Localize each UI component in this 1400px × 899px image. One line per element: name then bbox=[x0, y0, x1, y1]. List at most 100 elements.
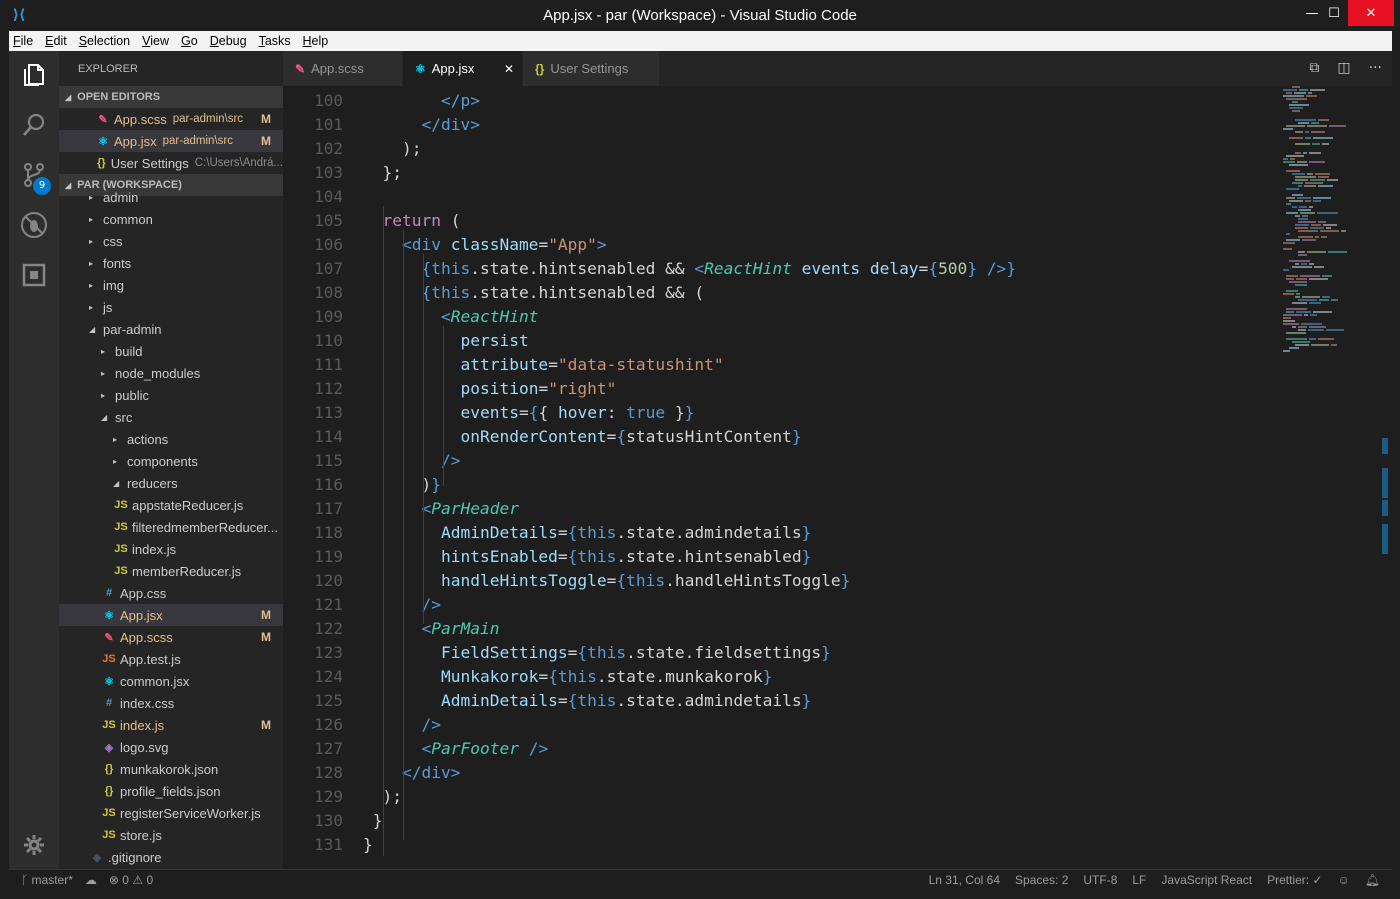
code-line[interactable]: ); bbox=[363, 137, 422, 161]
tree-item[interactable]: # index.css bbox=[59, 692, 283, 714]
code-line[interactable]: } bbox=[363, 833, 373, 857]
open-editor-item[interactable]: {} User Settings C:\Users\Andrá... bbox=[59, 152, 283, 174]
code-line[interactable]: AdminDetails={this.state.admindetails} bbox=[363, 521, 811, 545]
close-window-button[interactable]: ✕ bbox=[1348, 0, 1394, 26]
code-line[interactable]: </p> bbox=[363, 89, 480, 113]
code-line[interactable]: }; bbox=[363, 161, 402, 185]
tree-item[interactable]: ▸ css bbox=[59, 230, 283, 252]
code-line[interactable]: return ( bbox=[363, 209, 461, 233]
tree-item[interactable]: ◢ reducers bbox=[59, 472, 283, 494]
tree-item[interactable]: JS index.js M bbox=[59, 714, 283, 736]
prettier-status[interactable]: Prettier: ✓ bbox=[1267, 873, 1322, 887]
tree-item[interactable]: ◆ .gitignore bbox=[59, 846, 283, 868]
open-preview-icon[interactable]: ⧉ bbox=[1309, 60, 1319, 76]
code-editor[interactable]: 100 101 102 103 104 105 106 107 108 109 110 111 112 1… bbox=[283, 86, 1392, 869]
tab-app-scss[interactable]: ✎ App.scss bbox=[283, 51, 403, 86]
tree-item[interactable]: ⚛ common.jsx bbox=[59, 670, 283, 692]
open-editor-item[interactable]: ⚛ App.jsx par-admin\src M bbox=[59, 130, 283, 152]
code-line[interactable]: Munkakorok={this.state.munkakorok} bbox=[363, 665, 772, 689]
tree-item[interactable]: ✎ App.scss M bbox=[59, 626, 283, 648]
cursor-position[interactable]: Ln 31, Col 64 bbox=[929, 873, 1000, 887]
code-line[interactable]: <ParFooter /> bbox=[363, 737, 548, 761]
code-line[interactable]: <ParHeader bbox=[363, 497, 518, 521]
code-line[interactable]: <div className="App"> bbox=[363, 233, 607, 257]
tree-item[interactable]: {} profile_fields.json bbox=[59, 780, 283, 802]
sync-icon[interactable]: ☁ bbox=[85, 873, 97, 887]
close-tab-icon[interactable]: ✕ bbox=[504, 62, 514, 76]
language-mode[interactable]: JavaScript React bbox=[1161, 873, 1252, 887]
tree-item[interactable]: JS appstateReducer.js bbox=[59, 494, 283, 516]
tree-item[interactable]: JS filteredmemberReducer... bbox=[59, 516, 283, 538]
code-line[interactable]: FieldSettings={this.state.fieldsettings} bbox=[363, 641, 831, 665]
scrollbar[interactable] bbox=[1378, 86, 1392, 869]
code-line[interactable]: handleHintsToggle={this.handleHintsToggl… bbox=[363, 569, 850, 593]
tree-item[interactable]: ▸ components bbox=[59, 450, 283, 472]
tree-item[interactable]: ◈ logo.svg bbox=[59, 736, 283, 758]
tree-item[interactable]: ◢ src bbox=[59, 406, 283, 428]
code-line[interactable]: <ReactHint bbox=[363, 305, 538, 329]
code-line[interactable]: persist bbox=[363, 329, 528, 353]
encoding[interactable]: UTF-8 bbox=[1083, 873, 1117, 887]
code-line[interactable]: /> bbox=[363, 593, 441, 617]
tree-item[interactable]: {} munkakorok.json bbox=[59, 758, 283, 780]
code-line[interactable]: /> bbox=[363, 449, 461, 473]
menu-file[interactable]: File bbox=[13, 34, 33, 48]
tab-user-settings[interactable]: {} User Settings bbox=[523, 51, 660, 86]
tree-item[interactable]: ▸ admin bbox=[59, 186, 283, 208]
open-editors-header[interactable]: ◢ OPEN EDITORS bbox=[59, 86, 283, 108]
menu-selection[interactable]: Selection bbox=[79, 34, 130, 48]
tree-item[interactable]: JS registerServiceWorker.js bbox=[59, 802, 283, 824]
line-ending[interactable]: LF bbox=[1132, 873, 1146, 887]
menu-go[interactable]: Go bbox=[181, 34, 198, 48]
code-line[interactable]: } bbox=[363, 809, 383, 833]
code-line[interactable]: attribute="data-statushint" bbox=[363, 353, 723, 377]
more-actions-icon[interactable]: ··· bbox=[1369, 60, 1382, 76]
tree-item[interactable]: ▸ node_modules bbox=[59, 362, 283, 384]
tree-item[interactable]: # App.css bbox=[59, 582, 283, 604]
code-line[interactable]: AdminDetails={this.state.admindetails} bbox=[363, 689, 811, 713]
menu-help[interactable]: Help bbox=[303, 34, 329, 48]
menu-tasks[interactable]: Tasks bbox=[259, 34, 291, 48]
menu-debug[interactable]: Debug bbox=[210, 34, 247, 48]
explorer-files-icon[interactable] bbox=[9, 51, 59, 99]
code-line[interactable]: </div> bbox=[363, 113, 479, 137]
tree-item[interactable]: ▸ common bbox=[59, 208, 283, 230]
tree-item[interactable]: ▸ fonts bbox=[59, 252, 283, 274]
code-line[interactable]: {this.state.hintsenabled && ( bbox=[363, 281, 704, 305]
indentation[interactable]: Spaces: 2 bbox=[1015, 873, 1068, 887]
code-line[interactable]: events={{ hover: true }} bbox=[363, 401, 694, 425]
tab-app-jsx[interactable]: ⚛ App.jsx ✕ bbox=[403, 51, 523, 86]
git-branch[interactable]: ᚴ master* bbox=[21, 873, 73, 887]
tree-item[interactable]: ◢ par-admin bbox=[59, 318, 283, 340]
tree-item[interactable]: ▸ build bbox=[59, 340, 283, 362]
code-line[interactable]: )} bbox=[363, 473, 441, 497]
extensions-icon[interactable] bbox=[9, 251, 59, 299]
debug-icon[interactable] bbox=[9, 201, 59, 249]
search-icon[interactable] bbox=[9, 101, 59, 149]
tree-item[interactable]: ▸ img bbox=[59, 274, 283, 296]
minimap[interactable] bbox=[1283, 86, 1355, 356]
code-line[interactable]: position="right" bbox=[363, 377, 616, 401]
source-control-icon[interactable]: 9 bbox=[9, 151, 59, 199]
tree-item[interactable]: JS memberReducer.js bbox=[59, 560, 283, 582]
tree-item[interactable]: JS index.js bbox=[59, 538, 283, 560]
notifications-bell-icon[interactable]: 🔔︎ bbox=[1365, 873, 1380, 887]
code-line[interactable]: </div> bbox=[363, 761, 460, 785]
open-editor-item[interactable]: ✎ App.scss par-admin\src M bbox=[59, 108, 283, 130]
problems-indicator[interactable]: ⊗ 0 ⚠ 0 bbox=[109, 873, 153, 887]
menu-edit[interactable]: Edit bbox=[45, 34, 67, 48]
gear-icon[interactable] bbox=[9, 821, 59, 869]
code-line[interactable]: hintsEnabled={this.state.hintsenabled} bbox=[363, 545, 811, 569]
tree-item[interactable]: ▸ actions bbox=[59, 428, 283, 450]
code-line[interactable]: /> bbox=[363, 713, 441, 737]
split-editor-icon[interactable]: ◫ bbox=[1337, 60, 1350, 76]
code-line[interactable]: {this.state.hintsenabled && <ReactHint e… bbox=[363, 257, 1016, 281]
tree-item[interactable]: ⚛ App.jsx M bbox=[59, 604, 283, 626]
feedback-smiley-icon[interactable]: ☺ bbox=[1338, 873, 1350, 887]
code-line[interactable]: onRenderContent={statusHintContent} bbox=[363, 425, 801, 449]
tree-item[interactable]: JS App.test.js bbox=[59, 648, 283, 670]
tree-item[interactable]: ▸ public bbox=[59, 384, 283, 406]
tree-item[interactable]: JS store.js bbox=[59, 824, 283, 846]
tree-item[interactable]: ▸ js bbox=[59, 296, 283, 318]
menu-view[interactable]: View bbox=[142, 34, 169, 48]
